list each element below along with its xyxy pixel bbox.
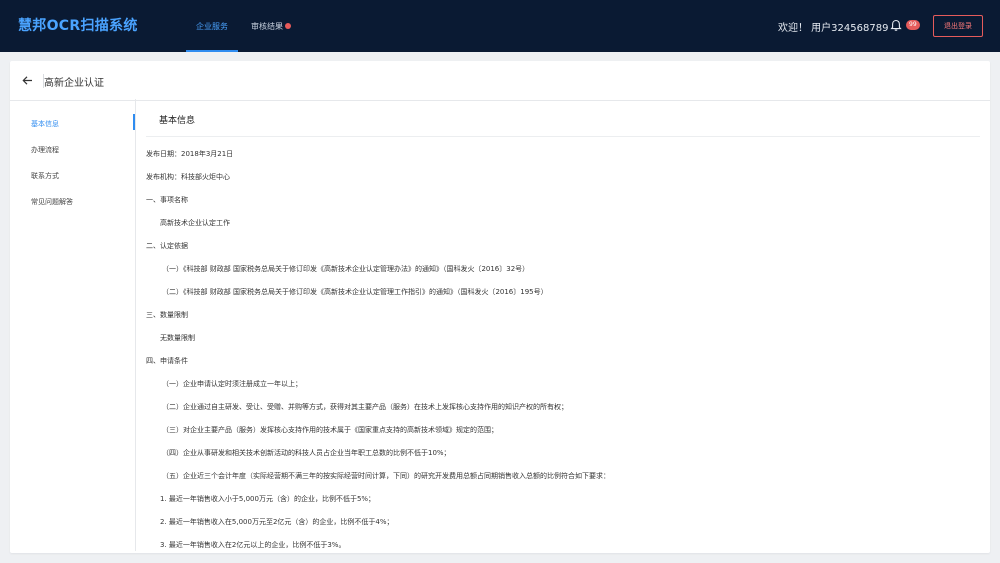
condition-subitem: 2. 最近一年销售收入在5,000万元至2亿元（含）的企业，比例不低于4%；: [160, 518, 394, 526]
publish-date: 发布日期：2018年3月21日: [146, 150, 234, 158]
main-card: 高新企业认证 基本信息 办理流程 联系方式 常见问题解答 基本信息 发布日期：2…: [10, 61, 990, 553]
condition-item: （二）企业通过自主研发、受让、受赠、并购等方式，获得对其主要产品（服务）在技术上…: [162, 403, 568, 411]
side-menu-divider: [135, 99, 136, 551]
condition-item: （四）企业从事研发和相关技术创新活动的科技人员占企业当年职工总数的比例不低于10…: [162, 449, 451, 457]
top-navbar: 慧邦OCR扫描系统 企业服务 审核结果 欢迎！ 用户324568789 99 退…: [0, 0, 1000, 52]
card-header: 高新企业认证: [10, 61, 990, 101]
basis-item: （二）《科技部 财政部 国家税务总局关于修订印发《高新技术企业认定管理工作指引》…: [162, 288, 548, 296]
condition-item: （一）企业申请认定时须注册成立一年以上；: [162, 380, 302, 388]
basis-item: （一）《科技部 财政部 国家税务总局关于修订印发《高新技术企业认定管理办法》的通…: [162, 265, 530, 273]
condition-subitem: 1. 最近一年销售收入小于5,000万元（含）的企业，比例不低于5%；: [160, 495, 376, 503]
sidebar-item-process[interactable]: 办理流程: [31, 145, 59, 155]
sidebar-item-contact[interactable]: 联系方式: [31, 171, 59, 181]
section-divider: [146, 136, 980, 137]
section-title: 基本信息: [159, 116, 196, 126]
tab-label: 审核结果: [251, 21, 283, 31]
logout-button[interactable]: 退出登录: [933, 15, 983, 37]
publish-org: 发布机构：科技部火炬中心: [146, 173, 230, 181]
tab-enterprise-service[interactable]: 企业服务: [186, 0, 238, 52]
sidebar-item-faq[interactable]: 常见问题解答: [31, 197, 73, 207]
item-name-text: 高新技术企业认定工作: [160, 219, 230, 227]
heading-quantity: 三、数量限制: [146, 311, 188, 319]
notification-badge: 99: [906, 20, 920, 30]
back-arrow-icon[interactable]: [22, 75, 33, 86]
heading-basis: 二、认定依据: [146, 242, 188, 250]
tab-review-results[interactable]: 审核结果: [246, 0, 296, 52]
side-menu: 基本信息 办理流程 联系方式 常见问题解答: [10, 101, 136, 553]
active-indicator: [133, 114, 135, 130]
welcome-user-text: 欢迎！ 用户324568789: [778, 23, 889, 34]
bell-icon[interactable]: [890, 19, 902, 32]
condition-item: （三）对企业主要产品（服务）发挥核心支持作用的技术属于《国家重点支持的高新技术领…: [162, 426, 498, 434]
app-title: 慧邦OCR扫描系统: [18, 18, 138, 34]
sidebar-item-basic-info[interactable]: 基本信息: [31, 119, 59, 129]
condition-subitem: 3. 最近一年销售收入在2亿元以上的企业，比例不低于3%。: [160, 541, 346, 549]
unread-dot: [285, 23, 291, 29]
heading-item-name: 一、事项名称: [146, 196, 188, 204]
heading-conditions: 四、申请条件: [146, 357, 188, 365]
content-area: 基本信息 发布日期：2018年3月21日 发布机构：科技部火炬中心 一、事项名称…: [146, 101, 980, 553]
condition-item: （五）企业近三个会计年度（实际经营期不满三年的按实际经营时间计算，下同）的研究开…: [162, 472, 610, 480]
tab-label: 企业服务: [196, 21, 228, 31]
quantity-text: 无数量限制: [160, 334, 195, 342]
page-title: 高新企业认证: [44, 78, 104, 89]
